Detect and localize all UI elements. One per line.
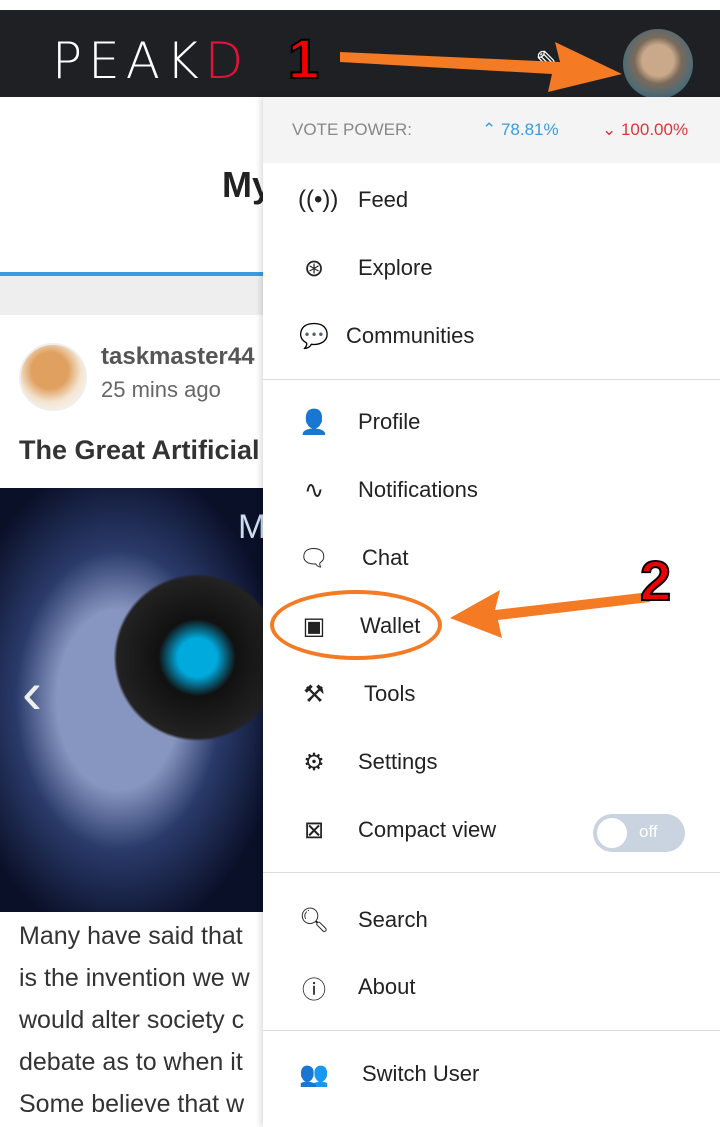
- annotation-arrow-2: [450, 590, 650, 638]
- body-line: Some believe that w: [19, 1090, 245, 1118]
- menu-label: Explore: [358, 255, 433, 280]
- downvote-value: 100.00%: [620, 120, 689, 139]
- menu-label: Feed: [358, 187, 409, 212]
- comments-icon: 💬: [299, 322, 329, 350]
- body-line: is the invention we w: [19, 964, 250, 992]
- body-line: debate as to when it: [19, 1048, 243, 1076]
- separator: [0, 276, 263, 315]
- body-line: Many have said that: [19, 922, 243, 950]
- menu-item-switch-user[interactable]: 👥 Switch User: [263, 1044, 720, 1104]
- broadcast-icon: ((•)): [298, 186, 339, 213]
- main-content: My taskmaster44 25 mins ago The Great Ar…: [0, 97, 272, 1127]
- menu-label: About: [358, 974, 416, 999]
- switch-user-icon: 👥: [299, 1060, 329, 1088]
- compass-icon: ⊛: [303, 254, 325, 282]
- post-time: 25 mins ago: [101, 377, 221, 402]
- menu-item-profile[interactable]: 👤 Profile: [263, 392, 720, 452]
- menu-label: Profile: [358, 409, 421, 434]
- user-icon: 👤: [299, 408, 329, 436]
- info-icon: ⓘ: [302, 976, 326, 1004]
- menu-item-communities[interactable]: 💬 Communities: [263, 306, 720, 366]
- post-body: Many have said that is the invention we …: [19, 915, 263, 1125]
- menu-item-settings[interactable]: ⚙ Settings: [263, 732, 720, 792]
- user-avatar[interactable]: [623, 29, 693, 99]
- body-line: would alter society c: [19, 1006, 245, 1034]
- upvote-power: ⌃ 78.81%: [482, 120, 559, 139]
- vote-power-label: VOTE POWER:: [292, 120, 412, 139]
- toggle-knob: [597, 818, 627, 848]
- peakd-logo[interactable]: PEAKD: [52, 32, 249, 90]
- menu-item-tools[interactable]: ⚒ Tools: [263, 664, 720, 724]
- status-strip: [0, 0, 720, 10]
- menu-label: Search: [358, 907, 428, 932]
- post-title[interactable]: The Great Artificial: [19, 435, 260, 466]
- divider: [263, 872, 720, 873]
- divider: [263, 379, 720, 380]
- vote-power: VOTE POWER: ⌃ 78.81% ⌄ 100.00%: [263, 97, 720, 163]
- chat-icon: 🗨: [298, 544, 330, 572]
- menu-label: Notifications: [358, 477, 478, 502]
- compact-icon: ⊠: [303, 816, 325, 844]
- menu-item-feed[interactable]: ((•)) Feed: [263, 170, 720, 230]
- annotation-number-1: 1: [287, 26, 320, 91]
- menu-item-explore[interactable]: ⊛ Explore: [263, 238, 720, 298]
- divider: [263, 1030, 720, 1031]
- menu-item-search[interactable]: 🔍︎ Search: [263, 890, 720, 950]
- menu-item-compact-view[interactable]: ⊠ Compact view off: [263, 800, 720, 860]
- menu-label: Tools: [364, 681, 416, 706]
- annotation-number-2: 2: [639, 548, 672, 613]
- annotation-circle-wallet: [270, 590, 442, 660]
- tools-icon: ⚒: [303, 680, 325, 708]
- menu-label: Compact view: [358, 817, 497, 842]
- chevron-left-icon[interactable]: ‹: [22, 658, 42, 727]
- post-image[interactable]: M ‹: [0, 488, 266, 912]
- toggle-state: off: [639, 822, 658, 841]
- downvote-power: ⌄ 100.00%: [602, 120, 689, 139]
- menu-label: Settings: [358, 749, 438, 774]
- top-nav: PEAKD 1 ✎: [0, 10, 720, 99]
- menu-item-notifications[interactable]: ∿ Notifications: [263, 460, 720, 520]
- author-avatar[interactable]: [19, 343, 87, 411]
- gear-icon: ⚙: [303, 748, 325, 776]
- annotation-arrow-1: [340, 42, 622, 92]
- menu-label: Chat: [362, 545, 409, 570]
- post-card[interactable]: taskmaster44 25 mins ago The Great Artif…: [0, 315, 266, 1127]
- pulse-icon: ∿: [303, 476, 325, 504]
- author-name[interactable]: taskmaster44: [101, 343, 254, 371]
- compact-view-toggle[interactable]: off: [593, 814, 685, 852]
- search-icon: 🔍︎: [298, 906, 330, 934]
- menu-label: Switch User: [362, 1061, 480, 1086]
- upvote-value: 78.81%: [500, 120, 559, 139]
- menu-label: Communities: [346, 323, 475, 348]
- menu-item-about[interactable]: ⓘ About: [263, 957, 720, 1017]
